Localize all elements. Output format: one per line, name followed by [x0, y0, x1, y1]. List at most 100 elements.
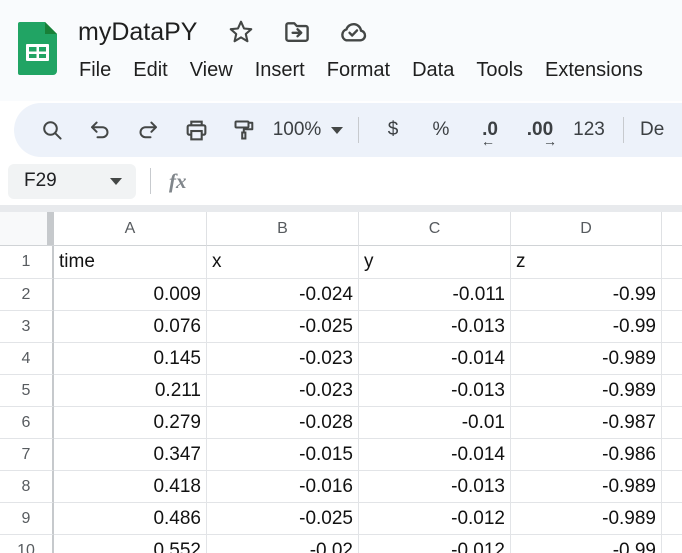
menu-item-file[interactable]: File — [68, 55, 122, 86]
more-formats-label: 123 — [573, 119, 605, 141]
document-title[interactable]: myDataPY — [78, 18, 197, 47]
table-row: 70.347-0.015-0.014-0.986 — [0, 439, 682, 471]
increase-decimal-button[interactable]: .00 → — [515, 109, 565, 151]
cell-B5[interactable]: -0.023 — [207, 375, 359, 407]
cell-D9[interactable]: -0.989 — [511, 503, 662, 535]
cell-B2[interactable]: -0.024 — [207, 279, 359, 311]
font-name-label: De — [640, 119, 664, 141]
cell-D4[interactable]: -0.989 — [511, 343, 662, 375]
row-header-2[interactable]: 2 — [0, 279, 54, 311]
cell-E3[interactable] — [662, 311, 682, 343]
row-header-4[interactable]: 4 — [0, 343, 54, 375]
cell-E5[interactable] — [662, 375, 682, 407]
cell-C2[interactable]: -0.011 — [359, 279, 511, 311]
cell-C8[interactable]: -0.013 — [359, 471, 511, 503]
cell-C9[interactable]: -0.012 — [359, 503, 511, 535]
cell-D10[interactable]: -0.99 — [511, 535, 662, 553]
cell-E8[interactable] — [662, 471, 682, 503]
cell-B3[interactable]: -0.025 — [207, 311, 359, 343]
cell-B9[interactable]: -0.025 — [207, 503, 359, 535]
undo-icon[interactable] — [76, 109, 124, 151]
cell-D2[interactable]: -0.99 — [511, 279, 662, 311]
cell-E4[interactable] — [662, 343, 682, 375]
menu-item-view[interactable]: View — [179, 55, 244, 86]
format-percent-button[interactable]: % — [417, 109, 465, 151]
fx-icon: fx — [169, 169, 187, 194]
menu-item-extensions[interactable]: Extensions — [534, 55, 654, 86]
cell-A10[interactable]: 0.552 — [54, 535, 207, 553]
cell-A4[interactable]: 0.145 — [54, 343, 207, 375]
zoom-dropdown[interactable]: 100% — [268, 109, 348, 151]
column-header-A[interactable]: A — [54, 212, 207, 246]
column-header-C[interactable]: C — [359, 212, 511, 246]
cell-C6[interactable]: -0.01 — [359, 407, 511, 439]
menu-item-insert[interactable]: Insert — [244, 55, 316, 86]
cell-D3[interactable]: -0.99 — [511, 311, 662, 343]
cell-B10[interactable]: -0.02 — [207, 535, 359, 553]
cell-E6[interactable] — [662, 407, 682, 439]
cell-B4[interactable]: -0.023 — [207, 343, 359, 375]
cell-A3[interactable]: 0.076 — [54, 311, 207, 343]
cell-B1[interactable]: x — [207, 246, 359, 279]
cell-E9[interactable] — [662, 503, 682, 535]
cell-E1[interactable] — [662, 246, 682, 279]
font-dropdown[interactable]: De — [634, 109, 670, 151]
column-header-B[interactable]: B — [207, 212, 359, 246]
cell-C10[interactable]: -0.012 — [359, 535, 511, 553]
cell-E10[interactable] — [662, 535, 682, 553]
cell-C3[interactable]: -0.013 — [359, 311, 511, 343]
menu-item-tools[interactable]: Tools — [465, 55, 534, 86]
more-formats-button[interactable]: 123 — [565, 109, 613, 151]
cell-A7[interactable]: 0.347 — [54, 439, 207, 471]
cell-D1[interactable]: z — [511, 246, 662, 279]
star-icon[interactable] — [225, 16, 257, 48]
format-currency-button[interactable]: $ — [369, 109, 417, 151]
row-header-9[interactable]: 9 — [0, 503, 54, 535]
row-header-10[interactable]: 10 — [0, 535, 54, 553]
cell-B7[interactable]: -0.015 — [207, 439, 359, 471]
cell-A6[interactable]: 0.279 — [54, 407, 207, 439]
column-header-E-sliver[interactable] — [662, 212, 682, 246]
cell-E2[interactable] — [662, 279, 682, 311]
currency-label: $ — [388, 119, 399, 141]
cell-A1[interactable]: time — [54, 246, 207, 279]
cloud-saved-icon[interactable] — [337, 16, 369, 48]
sheets-logo-icon[interactable] — [18, 22, 57, 75]
decrease-decimal-button[interactable]: .0 ← — [465, 109, 515, 151]
zoom-value: 100% — [273, 119, 322, 141]
row-header-3[interactable]: 3 — [0, 311, 54, 343]
cell-B6[interactable]: -0.028 — [207, 407, 359, 439]
row-header-5[interactable]: 5 — [0, 375, 54, 407]
menu-item-data[interactable]: Data — [401, 55, 465, 86]
paint-format-icon[interactable] — [220, 109, 268, 151]
menu-item-edit[interactable]: Edit — [122, 55, 178, 86]
cell-E7[interactable] — [662, 439, 682, 471]
name-box[interactable]: F29 — [8, 164, 136, 199]
cell-C4[interactable]: -0.014 — [359, 343, 511, 375]
cell-D5[interactable]: -0.989 — [511, 375, 662, 407]
print-icon[interactable] — [172, 109, 220, 151]
row-header-6[interactable]: 6 — [0, 407, 54, 439]
cell-A8[interactable]: 0.418 — [54, 471, 207, 503]
row-header-8[interactable]: 8 — [0, 471, 54, 503]
table-row: 80.418-0.016-0.013-0.989 — [0, 471, 682, 503]
cell-B8[interactable]: -0.016 — [207, 471, 359, 503]
cell-A5[interactable]: 0.211 — [54, 375, 207, 407]
cell-C5[interactable]: -0.013 — [359, 375, 511, 407]
cell-D7[interactable]: -0.986 — [511, 439, 662, 471]
select-all-corner[interactable] — [0, 212, 54, 246]
redo-icon[interactable] — [124, 109, 172, 151]
cell-C7[interactable]: -0.014 — [359, 439, 511, 471]
cell-A9[interactable]: 0.486 — [54, 503, 207, 535]
cell-A2[interactable]: 0.009 — [54, 279, 207, 311]
row-header-1[interactable]: 1 — [0, 246, 54, 279]
move-folder-icon[interactable] — [281, 16, 313, 48]
menu-item-format[interactable]: Format — [316, 55, 401, 86]
row-header-7[interactable]: 7 — [0, 439, 54, 471]
column-header-D[interactable]: D — [511, 212, 662, 246]
cell-C1[interactable]: y — [359, 246, 511, 279]
cell-D6[interactable]: -0.987 — [511, 407, 662, 439]
search-icon[interactable] — [28, 109, 76, 151]
table-row: 90.486-0.025-0.012-0.989 — [0, 503, 682, 535]
cell-D8[interactable]: -0.989 — [511, 471, 662, 503]
